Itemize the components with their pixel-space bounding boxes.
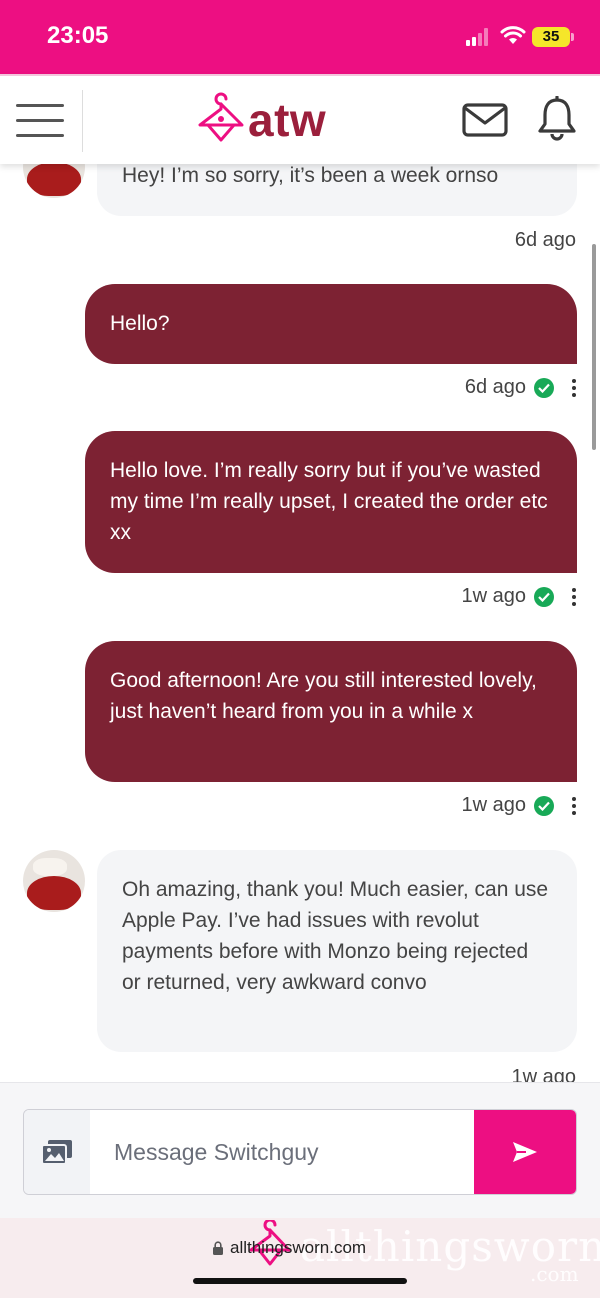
menu-button[interactable]	[16, 102, 64, 140]
message-time: 6d ago	[514, 229, 576, 251]
battery-icon: 35	[532, 27, 574, 47]
message-text: Hey! I’m so sorry, it’s been a week orns…	[122, 164, 499, 187]
compose-box	[23, 1109, 577, 1195]
logo-text: atw	[248, 94, 327, 146]
message-bubble-sent: Good afternoon! Are you still interested…	[85, 641, 577, 782]
message-options-icon[interactable]	[572, 587, 576, 606]
message-options-icon[interactable]	[572, 796, 576, 815]
message-text: Hello love. I’m really sorry but if you’…	[110, 459, 548, 544]
avatar[interactable]	[23, 850, 85, 912]
message-meta: 6d ago	[465, 376, 576, 399]
message-time: 1w ago	[461, 794, 527, 816]
image-gallery-icon	[41, 1140, 72, 1165]
wifi-icon	[500, 26, 526, 44]
message-meta: 1w ago	[461, 585, 576, 608]
logo[interactable]: atw	[196, 90, 326, 150]
divider	[82, 90, 83, 152]
hanger-logo-icon	[198, 92, 244, 142]
url-text: allthingsworn.com	[230, 1238, 367, 1257]
message-meta: 1w ago	[512, 1066, 577, 1082]
signal-icon	[466, 28, 492, 46]
app-header: atw	[0, 74, 600, 164]
send-button[interactable]	[474, 1110, 576, 1194]
lock-icon	[213, 1240, 223, 1255]
message-time: 1w ago	[461, 585, 527, 607]
message-time: 1w ago	[511, 1066, 577, 1082]
watermark-suffix: .com	[530, 1262, 579, 1286]
message-bubble-sent: Hello love. I’m really sorry but if you’…	[85, 431, 577, 573]
compose-bar	[0, 1082, 600, 1218]
message-input[interactable]	[90, 1110, 476, 1194]
status-time: 23:05	[47, 22, 109, 49]
home-indicator[interactable]	[193, 1278, 407, 1284]
message-text: Hello?	[110, 312, 170, 335]
delivered-check-icon	[534, 795, 554, 816]
browser-bar: allthingsworn .com allthingsworn.com	[0, 1218, 600, 1298]
message-time: 6d ago	[464, 376, 526, 398]
chat-thread[interactable]: Hey! I’m so sorry, it’s been a week orns…	[0, 74, 600, 1082]
message-text: Good afternoon! Are you still interested…	[110, 669, 537, 723]
url-bar[interactable]: allthingsworn.com	[212, 1238, 366, 1258]
message-bubble-received: Oh amazing, thank you! Much easier, can …	[97, 850, 577, 1052]
message-meta: 6d ago	[515, 229, 576, 252]
message-options-icon[interactable]	[572, 378, 576, 397]
message-text: Oh amazing, thank you! Much easier, can …	[122, 878, 549, 994]
message-bubble-sent: Hello?	[85, 284, 577, 364]
attach-image-button[interactable]	[24, 1110, 90, 1194]
message-meta: 1w ago	[461, 794, 576, 817]
send-icon	[513, 1142, 537, 1162]
status-bar: 23:05 35	[0, 0, 600, 74]
mail-icon[interactable]	[462, 102, 508, 138]
bell-icon[interactable]	[536, 96, 578, 142]
delivered-check-icon	[534, 377, 554, 398]
delivered-check-icon	[534, 586, 554, 607]
scrollbar[interactable]	[592, 244, 596, 450]
